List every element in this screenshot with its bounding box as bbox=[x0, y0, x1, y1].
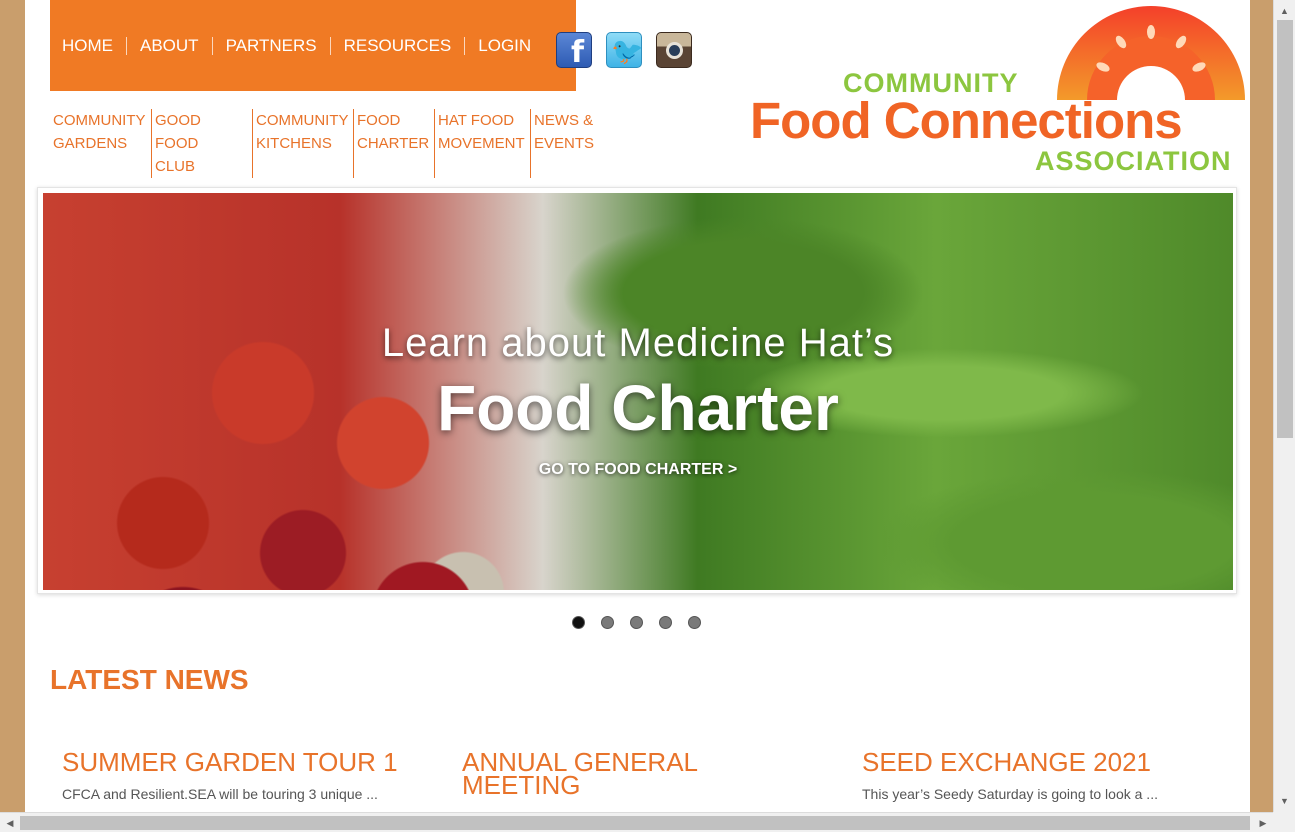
news-excerpt: This year’s Seedy Saturday is going to l… bbox=[862, 786, 1158, 802]
subnav-food-charter[interactable]: FOOD CHARTER bbox=[353, 109, 434, 178]
logo-line-2: Food Connections bbox=[750, 92, 1183, 149]
hero-slide-image[interactable]: Learn about Medicine Hat’s Food Charter … bbox=[43, 193, 1233, 590]
slider-dot-4[interactable] bbox=[659, 616, 672, 629]
slider-dot-5[interactable] bbox=[688, 616, 701, 629]
slider-pagination bbox=[572, 616, 701, 629]
horizontal-scroll-thumb[interactable] bbox=[20, 816, 1250, 830]
nav-login[interactable]: LOGIN bbox=[464, 36, 544, 55]
page: HOME ABOUT PARTNERS RESOURCES LOGIN f 🐦 … bbox=[25, 0, 1250, 812]
news-excerpt: CFCA and Resilient.SEA will be touring 3… bbox=[62, 786, 378, 802]
nav-about[interactable]: ABOUT bbox=[126, 36, 212, 55]
nav-home[interactable]: HOME bbox=[50, 36, 126, 55]
hero-slider: Learn about Medicine Hat’s Food Charter … bbox=[37, 187, 1237, 594]
scroll-left-arrow-icon[interactable]: ◀ bbox=[0, 813, 20, 832]
instagram-icon[interactable] bbox=[656, 32, 692, 68]
news-item: SEED EXCHANGE 2021 This year’s Seedy Sat… bbox=[862, 749, 1222, 802]
slide-title: Food Charter bbox=[437, 372, 839, 444]
nav-partners[interactable]: PARTNERS bbox=[211, 36, 330, 55]
slider-dot-2[interactable] bbox=[601, 616, 614, 629]
scroll-up-arrow-icon[interactable]: ▲ bbox=[1274, 0, 1295, 22]
scroll-right-arrow-icon[interactable]: ▶ bbox=[1253, 813, 1273, 832]
scrollbar-corner bbox=[1273, 812, 1295, 832]
site-logo[interactable]: COMMUNITY Food Connections ASSOCIATION bbox=[750, 0, 1250, 185]
slide-heading: Learn about Medicine Hat’s bbox=[381, 321, 895, 365]
vertical-scroll-thumb[interactable] bbox=[1277, 20, 1293, 438]
news-title[interactable]: SUMMER GARDEN TOUR 1 bbox=[62, 749, 422, 775]
subnav-news-events[interactable]: NEWS & EVENTS bbox=[530, 109, 600, 178]
slide-cta-link[interactable]: GO TO FOOD CHARTER > bbox=[43, 461, 1233, 479]
subnav-community-gardens[interactable]: COMMUNITY GARDENS bbox=[50, 109, 151, 178]
logo-sun-icon bbox=[1057, 6, 1245, 101]
sub-nav: COMMUNITY GARDENS GOOD FOOD CLUB COMMUNI… bbox=[50, 109, 600, 178]
subnav-community-kitchens[interactable]: COMMUNITY KITCHENS bbox=[252, 109, 353, 178]
logo-line-3: ASSOCIATION bbox=[1035, 146, 1232, 176]
twitter-icon[interactable]: 🐦 bbox=[606, 32, 643, 68]
facebook-icon[interactable]: f bbox=[556, 32, 592, 70]
scroll-down-arrow-icon[interactable]: ▼ bbox=[1274, 790, 1295, 812]
horizontal-scrollbar[interactable]: ◀ ▶ bbox=[0, 812, 1273, 832]
vertical-scrollbar[interactable]: ▲ ▼ bbox=[1273, 0, 1295, 812]
slider-dot-1[interactable] bbox=[572, 616, 585, 629]
news-item: SUMMER GARDEN TOUR 1 CFCA and Resilient.… bbox=[62, 749, 422, 802]
subnav-good-food-club[interactable]: GOOD FOOD CLUB bbox=[151, 109, 252, 178]
news-title[interactable]: SEED EXCHANGE 2021 bbox=[862, 749, 1222, 775]
slider-dot-3[interactable] bbox=[630, 616, 643, 629]
news-item: ANNUAL GENERAL MEETING bbox=[462, 749, 822, 809]
latest-news-heading: LATEST NEWS bbox=[50, 664, 249, 695]
news-title[interactable]: ANNUAL GENERAL MEETING bbox=[462, 749, 822, 798]
nav-resources[interactable]: RESOURCES bbox=[329, 36, 465, 55]
top-nav: HOME ABOUT PARTNERS RESOURCES LOGIN bbox=[50, 0, 576, 91]
subnav-hat-food-movement[interactable]: HAT FOOD MOVEMENT bbox=[434, 109, 530, 178]
